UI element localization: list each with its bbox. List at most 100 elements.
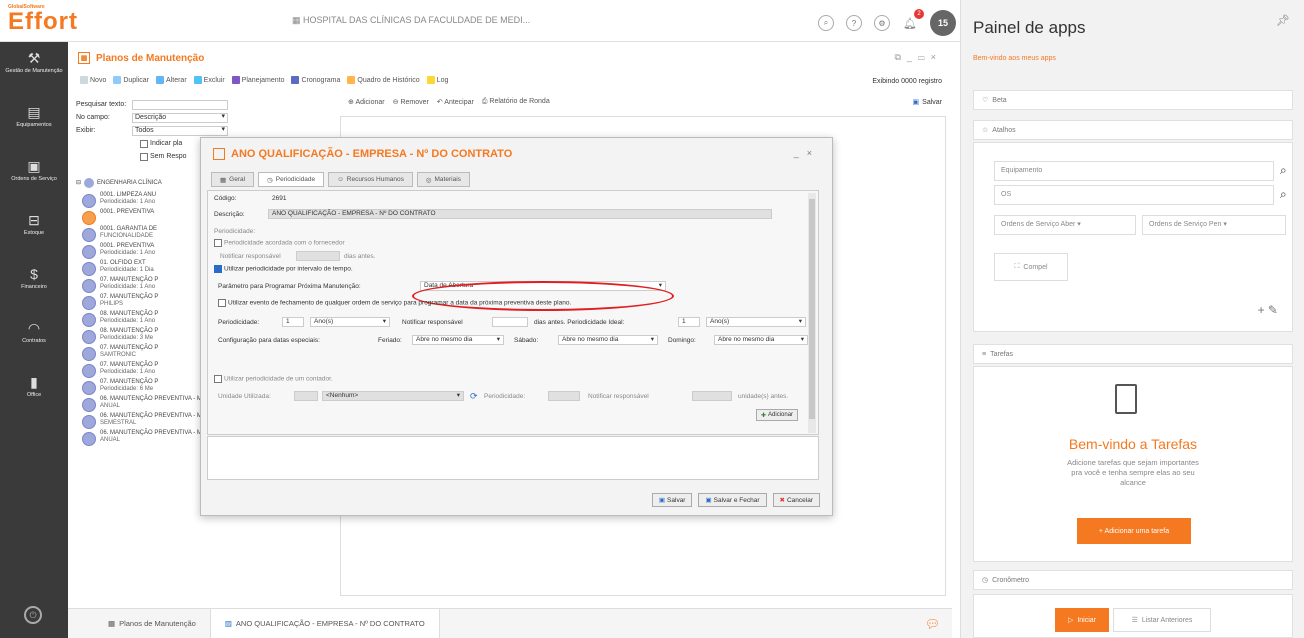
sidebar-label: Gestão de Manutenção [5,68,63,74]
salvar-button[interactable]: ▣ Salvar [651,493,693,507]
cronograma-button[interactable]: Cronograma [291,76,340,84]
bell-icon[interactable]: 🔔︎ 2 [902,9,924,31]
expand-icon[interactable]: ⊟ [76,180,81,187]
sidebar-item-equipamentos[interactable]: ▤ Equipamentos [0,96,68,150]
sidebar-item-ordens[interactable]: ▣ Ordens de Serviço [0,150,68,204]
utilizar-tempo-row[interactable]: Utilizar periodicidade por intervalo de … [214,265,353,273]
indicar-checkbox[interactable] [140,139,148,148]
ordens-abertas-select[interactable]: Ordens de Serviço Aber ▾ [994,215,1136,235]
app-logo[interactable]: GlobalSoftware Effort [8,4,77,38]
search-input[interactable] [132,99,228,110]
show-label: Exibir: [76,127,96,134]
chevron-down-icon: ▾ [798,318,802,325]
help-icon[interactable]: ? [846,15,862,31]
search-label: Pesquisar texto: [76,101,127,108]
dialog-controls[interactable]: _× [794,148,820,158]
show-select[interactable]: Todos [132,125,228,136]
sidebar-item-contratos[interactable]: ◠ Contratos [0,312,68,366]
utilizar-evento-row[interactable]: Utilizar evento de fechamento de qualque… [218,299,571,307]
tab-geral[interactable]: ▦ Geral [211,172,255,187]
notificar3-input[interactable] [692,391,732,401]
quadro-historico-button[interactable]: Quadro de Histórico [347,76,420,84]
log-icon [426,76,435,84]
contador-row[interactable]: Utilizar periodicidade de um contador. [214,375,333,383]
adicionar-button[interactable]: ⊕ Adicionar [348,98,385,106]
alterar-button[interactable]: Alterar [156,76,187,84]
add-edit-icons[interactable]: + ✎ [1258,303,1278,317]
domingo-select[interactable]: Abre no mesmo dia ▾ [714,335,808,345]
equipamento-input[interactable]: Equipamento [994,161,1274,181]
add-task-button[interactable]: + Adicionar uma tarefa [1077,518,1191,544]
sidebar-item-financeiro[interactable]: $ Financeiro [0,258,68,312]
power-icon[interactable]: ⏻ [24,606,42,624]
acordada-checkbox[interactable] [214,239,222,247]
beta-section[interactable]: ♡ Beta [973,90,1293,110]
tab-materiais[interactable]: ◎ Materiais [416,172,470,187]
utilizar-evento-checkbox[interactable] [218,299,226,307]
feriado-select[interactable]: Abre no mesmo dia ▾ [412,335,504,345]
pin-icon[interactable]: 📌︎ [1276,14,1290,27]
hospital-selector[interactable]: ▦ HOSPITAL DAS CLÍNICAS DA FACULDADE DE … [292,15,530,26]
unidade-select[interactable]: <Nenhum> ▾ [322,391,464,401]
hospital-name: HOSPITAL DAS CLÍNICAS DA FACULDADE DE ME… [303,15,531,25]
os-input[interactable]: OS [994,185,1274,205]
sidebar-item-office[interactable]: ▮ Office [0,366,68,420]
save-button[interactable]: ▣ Salvar [913,98,942,107]
novo-button[interactable]: Novo [80,76,106,84]
window-controls[interactable]: ⧉_▭× [894,52,942,63]
period2-input[interactable] [548,391,580,401]
utilizar-tempo-checkbox[interactable] [214,265,222,273]
tab-recursos-humanos[interactable]: ☺ Recursos Humanos [328,172,413,187]
descricao-field[interactable]: ANO QUALIFICAÇÃO - EMPRESA - Nº DO CONTR… [268,209,772,219]
atalhos-section[interactable]: ☆ Atalhos [973,120,1293,140]
taskbar-item-planos[interactable]: ▦ Planos de Manutenção [68,609,210,638]
duplicar-button[interactable]: Duplicar [113,76,149,84]
clipboard-icon [1115,384,1137,414]
dollar-icon: $ [30,266,38,282]
periodicidade-number[interactable]: 1 [282,317,304,327]
tarefas-section[interactable]: ≡ Tarefas [973,344,1293,364]
disk-icon: ▣ [658,497,666,504]
ordens-pendentes-select[interactable]: Ordens de Serviço Pen ▾ [1142,215,1286,235]
search-icon[interactable]: ⌕ [818,15,834,31]
sidebar-item-estoque[interactable]: ⊟ Estoque [0,204,68,258]
sidebar-item-gestao[interactable]: ⚒ Gestão de Manutenção [0,42,68,96]
remover-button[interactable]: ⊖ Remover [393,98,429,106]
cancelar-button[interactable]: ✖ Cancelar [772,493,820,507]
listar-anteriores-button[interactable]: ☰ Listar Anteriores [1113,608,1211,632]
sem-checkbox[interactable] [140,152,148,161]
refresh-icon[interactable]: ⟳ [470,391,478,402]
window-title-text: Planos de Manutenção [96,52,205,64]
calendar-icon: ▦ [78,52,90,64]
planejamento-button[interactable]: Planejamento [231,76,284,84]
search-icon[interactable]: ⌕ [1280,163,1287,178]
adicionar-counter-button[interactable]: ✚ Adicionar [756,409,799,421]
tab-periodicidade[interactable]: ◷ Periodicidade [258,172,325,187]
antecipar-button[interactable]: ↶ Antecipar [437,98,474,106]
ideal-unit-select[interactable]: Ano(s) ▾ [706,317,806,327]
contador-checkbox[interactable] [214,375,222,383]
chat-icon[interactable]: 💬︎ [925,617,940,631]
field-select[interactable]: Descrição [132,112,228,123]
taskbar-item-dialog[interactable]: ▨ ANO QUALIFICAÇÃO - EMPRESA - Nº DO CONT… [209,608,440,638]
iniciar-button[interactable]: ▷ Iniciar [1055,608,1109,632]
settings-icon[interactable]: ⚙ [874,15,890,31]
search-icon[interactable]: ⌕ [1280,187,1287,202]
unidade-code-input[interactable] [294,391,318,401]
periodicidade-unit-select[interactable]: Ano(s) ▾ [310,317,390,327]
doc-icon: ▮ [30,374,38,390]
acordada-row[interactable]: Periodicidade acordada com o fornecedor [214,239,345,247]
compel-button[interactable]: ⛶ Compel [994,253,1068,281]
relatorio-ronda-button[interactable]: ⎙ Relatório de Ronda [482,98,550,106]
sabado-select[interactable]: Abre no mesmo dia ▾ [558,335,658,345]
scrollbar[interactable] [808,193,816,433]
salvar-fechar-button[interactable]: ▣ Salvar e Fechar [698,493,767,507]
avatar[interactable]: 15 [930,10,956,36]
excluir-button[interactable]: Excluir [193,76,225,84]
ideal-number[interactable]: 1 [678,317,700,327]
log-button[interactable]: Log [426,76,448,84]
gear-icon [82,279,96,293]
notificar2-input[interactable] [492,317,528,327]
notificar-days-input[interactable] [296,251,340,261]
cronometro-section[interactable]: ◷ Cronômetro [973,570,1293,590]
